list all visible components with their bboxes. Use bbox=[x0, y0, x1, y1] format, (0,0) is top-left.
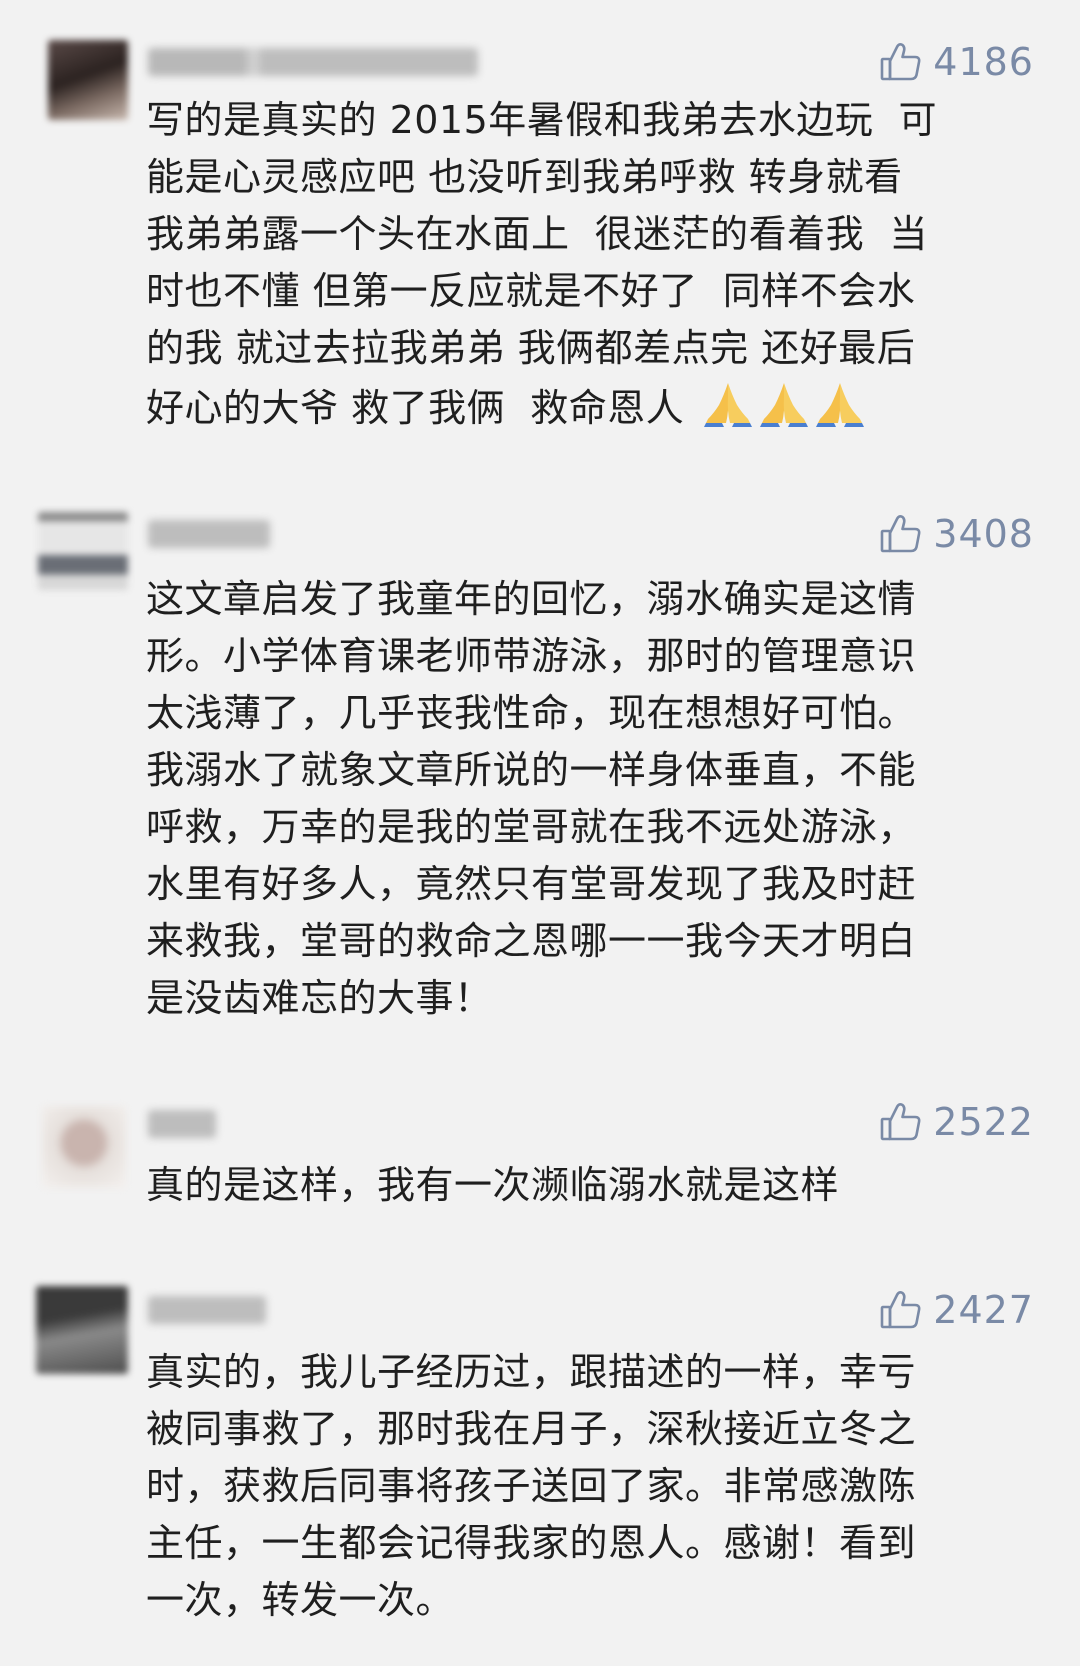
avatar[interactable] bbox=[36, 1286, 128, 1374]
comment-line: 我弟弟露一个头在水面上 很迷茫的看着我 当 bbox=[146, 212, 928, 256]
like-button[interactable]: 3408 bbox=[879, 510, 1034, 558]
like-count: 2427 bbox=[933, 1288, 1034, 1332]
username-blurred[interactable] bbox=[148, 520, 270, 548]
comment-line: 呼救，万幸的是我的堂哥就在我不远处游泳， bbox=[146, 805, 917, 849]
comment-line: 来救我，堂哥的救命之恩哪一一我今天才明白 bbox=[146, 919, 917, 963]
comment-line: 好心的大爷 救了我俩 救命恩人 bbox=[146, 386, 685, 430]
comment-line-with-emoji: 好心的大爷 救了我俩 救命恩人 bbox=[146, 377, 1036, 437]
username-blurred[interactable] bbox=[148, 1110, 216, 1138]
like-button[interactable]: 4186 bbox=[879, 38, 1034, 86]
comment-line: 太浅薄了，几乎丧我性命，现在想想好可怕。 bbox=[146, 691, 917, 735]
folded-hands-emoji bbox=[702, 377, 754, 429]
thumbs-up-icon bbox=[879, 1100, 923, 1144]
comment-line: 写的是真实的 2015年暑假和我弟去水边玩 可 bbox=[146, 98, 937, 142]
like-button[interactable]: 2427 bbox=[879, 1286, 1034, 1334]
folded-hands-emoji bbox=[758, 377, 810, 429]
emoji-group bbox=[702, 377, 866, 429]
comment-line: 是没齿难忘的大事！ bbox=[146, 976, 493, 1020]
like-count: 4186 bbox=[933, 40, 1034, 84]
thumbs-up-icon bbox=[879, 512, 923, 556]
comment-line: 水里有好多人，竟然只有堂哥发现了我及时赶 bbox=[146, 862, 917, 906]
comment-line: 一次，转发一次。 bbox=[146, 1578, 455, 1622]
username-blurred[interactable] bbox=[148, 48, 478, 76]
comment-line: 真的是这样，我有一次濒临溺水就是这样 bbox=[146, 1163, 840, 1207]
comment-line: 时也不懂 但第一反应就是不好了 同样不会水 bbox=[146, 269, 916, 313]
comment-line: 能是心灵感应吧 也没听到我弟呼救 转身就看 bbox=[146, 155, 903, 199]
comment-line: 我溺水了就象文章所说的一样身体垂直，不能 bbox=[146, 748, 917, 792]
thumbs-up-icon bbox=[879, 40, 923, 84]
avatar[interactable] bbox=[48, 40, 128, 120]
thumbs-up-icon bbox=[879, 1288, 923, 1332]
comment-line: 的我 就过去拉我弟弟 我俩都差点完 还好最后 bbox=[146, 326, 916, 370]
comment-line: 主任，一生都会记得我家的恩人。感谢！看到 bbox=[146, 1521, 917, 1565]
comment-text: 这文章启发了我童年的回忆，溺水确实是这情 形。小学体育课老师带游泳，那时的管理意识… bbox=[146, 571, 1036, 1027]
comment-line: 被同事救了，那时我在月子，深秋接近立冬之 bbox=[146, 1407, 917, 1451]
like-button[interactable]: 2522 bbox=[879, 1098, 1034, 1146]
comment-text: 真实的，我儿子经历过，跟描述的一样，幸亏 被同事救了，那时我在月子，深秋接近立冬之… bbox=[146, 1344, 1036, 1629]
username-blurred[interactable] bbox=[148, 1296, 266, 1324]
folded-hands-emoji bbox=[814, 377, 866, 429]
comment-line: 真实的，我儿子经历过，跟描述的一样，幸亏 bbox=[146, 1350, 917, 1394]
comment-line: 时，获救后同事将孩子送回了家。非常感激陈 bbox=[146, 1464, 917, 1508]
comment-list: 4186 写的是真实的 2015年暑假和我弟去水边玩 可能是心灵感应吧 也没听到… bbox=[0, 0, 1080, 1666]
comment-text: 写的是真实的 2015年暑假和我弟去水边玩 可能是心灵感应吧 也没听到我弟呼救 … bbox=[146, 92, 1036, 437]
like-count: 3408 bbox=[933, 512, 1034, 556]
comment-line: 这文章启发了我童年的回忆，溺水确实是这情 bbox=[146, 577, 917, 621]
avatar[interactable] bbox=[38, 512, 128, 590]
avatar[interactable] bbox=[42, 1106, 126, 1188]
comment-line: 形。小学体育课老师带游泳，那时的管理意识 bbox=[146, 634, 917, 678]
comment-text: 真的是这样，我有一次濒临溺水就是这样 bbox=[146, 1157, 1036, 1214]
like-count: 2522 bbox=[933, 1100, 1034, 1144]
